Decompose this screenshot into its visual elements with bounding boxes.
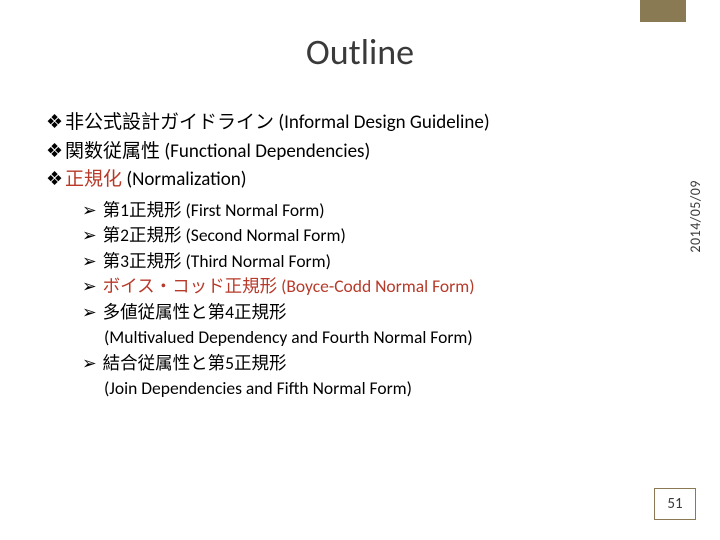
outline-item-normalization: ❖正規化 (Normalization): [46, 167, 646, 194]
sub-text: 多値従属性と第4正規形: [103, 301, 287, 323]
arrow-icon: ➢: [82, 275, 97, 297]
slide-title: Outline: [0, 30, 720, 74]
sub-text: (Join Dependencies and Fifth Normal Form…: [104, 377, 412, 399]
sub-text: 結合従属性と第5正規形: [103, 352, 287, 374]
sub-item-5nf: ➢ 結合従属性と第5正規形: [82, 351, 646, 376]
diamond-icon: ❖: [46, 140, 63, 163]
arrow-icon: ➢: [82, 301, 97, 323]
sub-text: 第3正規形 (Third Normal Form): [103, 250, 331, 272]
sub-item-4nf: ➢ 多値従属性と第4正規形: [82, 300, 646, 325]
sub-text: 第1正規形 (First Normal Form): [103, 199, 325, 221]
sub-item-4nf-cont: (Multivalued Dependency and Fourth Norma…: [104, 325, 646, 350]
sub-item-3nf: ➢ 第3正規形 (Third Normal Form): [82, 249, 646, 274]
bullet-text-jp: 非公式設計ガイドライン: [65, 111, 274, 134]
page-number: 51: [654, 488, 696, 520]
bullet-text-en: (Informal Design Guideline): [274, 111, 490, 134]
page-number-text: 51: [667, 495, 682, 513]
bullet-text-jp: 正規化: [65, 168, 122, 191]
arrow-icon: ➢: [82, 199, 97, 221]
diamond-icon: ❖: [46, 168, 63, 191]
bullet-text-jp: 関数従属性: [65, 140, 160, 163]
sub-text: (Multivalued Dependency and Fourth Norma…: [104, 326, 473, 348]
sub-item-bcnf: ➢ ボイス・コッド正規形 (Boyce-Codd Normal Form): [82, 274, 646, 299]
sub-item-2nf: ➢ 第2正規形 (Second Normal Form): [82, 223, 646, 248]
accent-band: [640, 0, 686, 22]
sub-item-5nf-cont: (Join Dependencies and Fifth Normal Form…: [104, 376, 646, 401]
arrow-icon: ➢: [82, 250, 97, 272]
sub-text: ボイス・コッド正規形 (Boyce-Codd Normal Form): [103, 275, 475, 297]
bullet-text-en: (Normalization): [122, 168, 246, 191]
arrow-icon: ➢: [82, 224, 97, 246]
arrow-icon: ➢: [82, 352, 97, 374]
sub-text: 第2正規形 (Second Normal Form): [103, 224, 346, 246]
outline-item-functional-dependencies: ❖関数従属性 (Functional Dependencies): [46, 139, 646, 166]
diamond-icon: ❖: [46, 111, 63, 134]
bullet-text-en: (Functional Dependencies): [160, 140, 370, 163]
sub-item-1nf: ➢ 第1正規形 (First Normal Form): [82, 198, 646, 223]
outline-item-informal-design: ❖非公式設計ガイドライン (Informal Design Guideline): [46, 110, 646, 137]
content-body: ❖非公式設計ガイドライン (Informal Design Guideline)…: [46, 110, 646, 402]
date-label: 2014/05/09: [687, 180, 704, 253]
normalization-sublist: ➢ 第1正規形 (First Normal Form) ➢ 第2正規形 (Secon…: [82, 198, 646, 401]
